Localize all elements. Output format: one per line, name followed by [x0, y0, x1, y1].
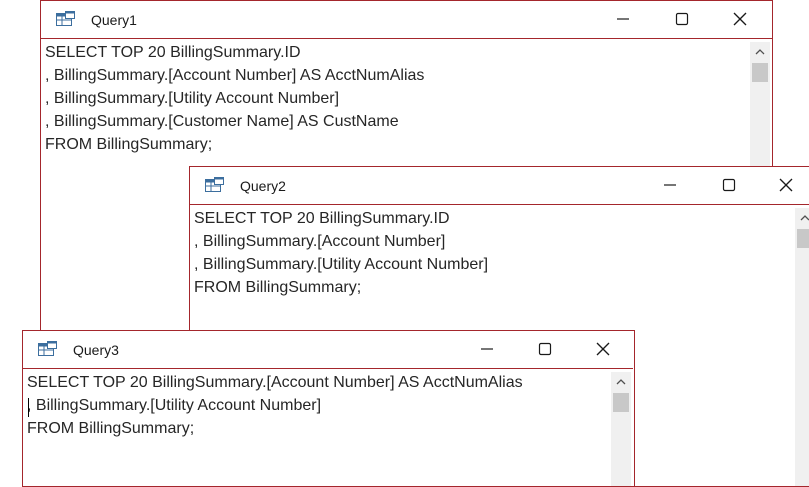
maximize-icon [722, 178, 736, 192]
sql-text-area[interactable]: SELECT TOP 20 BillingSummary.ID , Billing… [45, 41, 424, 156]
close-icon [733, 12, 747, 26]
sql-line: , BillingSummary.[Account Number] AS Acc… [45, 67, 425, 84]
scroll-thumb[interactable] [752, 63, 768, 82]
sql-line: , BillingSummary.[Utility Account Number… [27, 397, 322, 414]
title-separator [190, 204, 809, 205]
sql-text-area[interactable]: SELECT TOP 20 BillingSummary.[Account Nu… [27, 371, 523, 440]
close-button[interactable] [720, 5, 760, 33]
sql-line: SELECT TOP 20 BillingSummary.ID [194, 210, 450, 227]
scroll-thumb[interactable] [797, 229, 809, 248]
close-icon [596, 342, 610, 356]
text-caret [28, 398, 29, 417]
title-separator [23, 368, 633, 369]
sql-line: SELECT TOP 20 BillingSummary.[Account Nu… [27, 374, 523, 391]
minimize-button[interactable] [603, 5, 643, 33]
chevron-up-icon [755, 49, 765, 55]
chevron-up-icon [800, 215, 809, 221]
close-button[interactable] [583, 335, 623, 363]
sql-text-area[interactable]: SELECT TOP 20 BillingSummary.ID , Billing… [194, 207, 488, 299]
sql-line: , BillingSummary.[Utility Account Number… [194, 256, 489, 273]
sql-line: FROM BillingSummary; [27, 420, 195, 437]
close-button[interactable] [766, 171, 806, 199]
maximize-button[interactable] [662, 5, 702, 33]
vertical-scrollbar[interactable] [795, 208, 809, 486]
window-title: Query1 [91, 12, 137, 28]
query3-title-bar[interactable]: Query3 [23, 331, 634, 368]
minimize-icon [617, 18, 629, 20]
query1-title-bar[interactable]: Query1 [41, 1, 772, 38]
chevron-up-icon [616, 379, 626, 385]
maximize-button[interactable] [709, 171, 749, 199]
window-title: Query2 [240, 178, 286, 194]
scroll-up-button[interactable] [750, 42, 770, 62]
sql-line: , BillingSummary.[Account Number] [194, 233, 446, 250]
access-workspace: Query1 SELECT TOP 20 BillingSummary.ID , … [0, 0, 809, 487]
minimize-icon [481, 348, 493, 350]
minimize-button[interactable] [650, 171, 690, 199]
scroll-thumb[interactable] [613, 393, 629, 412]
title-separator [41, 38, 772, 39]
minimize-icon [664, 184, 676, 186]
close-icon [779, 178, 793, 192]
scroll-up-button[interactable] [795, 208, 809, 228]
query-datasheet-icon [205, 177, 225, 193]
query-datasheet-icon [38, 341, 58, 357]
query-datasheet-icon [56, 11, 76, 27]
query3-window[interactable]: Query3 SELECT TOP 20 BillingSummary.[Acc… [22, 330, 635, 487]
window-title: Query3 [73, 342, 119, 358]
sql-line: SELECT TOP 20 BillingSummary.ID [45, 44, 301, 61]
maximize-button[interactable] [525, 335, 565, 363]
scroll-up-button[interactable] [611, 372, 631, 392]
maximize-icon [675, 12, 689, 26]
sql-line: , BillingSummary.[Utility Account Number… [45, 90, 340, 107]
sql-line: FROM BillingSummary; [194, 279, 362, 296]
sql-line: , BillingSummary.[Customer Name] AS Cust… [45, 113, 399, 130]
maximize-icon [538, 342, 552, 356]
vertical-scrollbar[interactable] [611, 372, 631, 486]
query2-title-bar[interactable]: Query2 [190, 167, 809, 204]
sql-line: FROM BillingSummary; [45, 136, 213, 153]
minimize-button[interactable] [467, 335, 507, 363]
